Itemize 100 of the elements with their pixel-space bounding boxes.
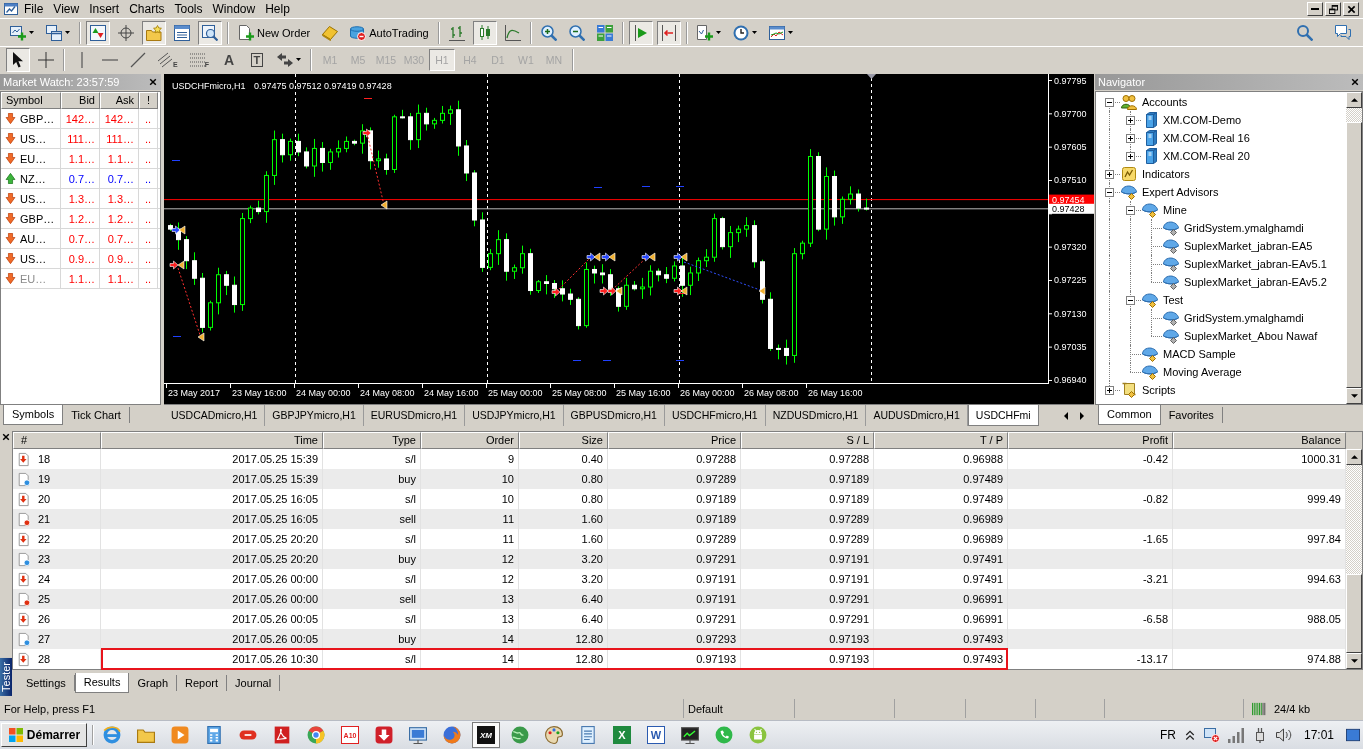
plus-box-icon[interactable] (1126, 152, 1135, 161)
menu-item[interactable]: View (48, 0, 85, 18)
chart-tab[interactable]: USDJPYmicro,H1 (465, 405, 564, 426)
tree-item[interactable]: Expert Advisors (1142, 186, 1219, 198)
column-header[interactable]: Bid (61, 92, 100, 109)
navigator-button[interactable] (142, 20, 166, 45)
chart-tab[interactable]: GBPJPYmicro,H1 (265, 405, 364, 426)
chart-tab[interactable]: EURUSDmicro,H1 (363, 405, 466, 426)
auto-scroll-button[interactable] (628, 20, 653, 45)
tree-item[interactable]: GridSystem.ymalghamdi (1184, 222, 1304, 234)
column-header[interactable]: Type (323, 432, 421, 449)
text-label-tool[interactable]: T (244, 47, 269, 72)
tree-item[interactable]: Scripts (1142, 384, 1176, 396)
taskbar-button[interactable]: XM (472, 722, 500, 748)
chart-tab[interactable]: GBPUSDmicro,H1 (563, 405, 665, 426)
tree-item[interactable]: XM.COM-Demo (1163, 114, 1242, 126)
language-indicator[interactable]: FR (1159, 728, 1176, 742)
autotrading-button[interactable]: AutoTrading (346, 20, 433, 45)
tree-item[interactable]: GridSystem.ymalghamdi (1184, 312, 1304, 324)
panel-tab[interactable]: Graph (129, 675, 177, 691)
column-header[interactable]: S / L (741, 432, 874, 449)
scroll-down-button[interactable] (1346, 388, 1362, 404)
tree-item[interactable]: XM.COM-Real 20 (1163, 150, 1250, 162)
menu-item[interactable]: Help (260, 0, 295, 18)
plus-box-icon[interactable] (1105, 170, 1114, 179)
panel-tab[interactable]: Journal (227, 675, 281, 691)
scrollbar-thumb[interactable] (1346, 574, 1362, 653)
text-tool[interactable]: A (216, 47, 241, 72)
plus-box-icon[interactable] (1126, 134, 1135, 143)
symbol-name[interactable]: GBP… (20, 212, 55, 225)
column-header[interactable]: Time (101, 432, 323, 449)
column-header[interactable]: Order (421, 432, 519, 449)
plus-box-icon[interactable] (1105, 386, 1114, 395)
column-header[interactable]: ! (139, 92, 158, 109)
panel-tab[interactable]: Symbols (3, 405, 64, 425)
close-button[interactable] (1343, 2, 1359, 16)
minus-box-icon[interactable] (1126, 206, 1135, 215)
chart-tab[interactable]: NZDUSDmicro,H1 (765, 405, 867, 426)
panel-tab[interactable]: Settings (18, 675, 75, 691)
symbol-name[interactable]: US… (20, 192, 47, 205)
tree-item[interactable]: SuplexMarket_jabran-EAv5.1 (1184, 258, 1327, 270)
cursor-tool[interactable] (6, 47, 30, 72)
minus-box-icon[interactable] (1126, 296, 1135, 305)
clock[interactable]: 17:01 (1303, 728, 1334, 742)
taskbar-button[interactable]: X (608, 722, 636, 748)
column-header[interactable]: Size (519, 432, 608, 449)
tree-item[interactable]: SuplexMarket_Abou Nawaf (1184, 330, 1318, 342)
chart-tab[interactable]: AUDUSDmicro,H1 (866, 405, 968, 426)
tree-item[interactable]: SuplexMarket_jabran-EA5 (1184, 240, 1313, 252)
close-button[interactable] (0, 431, 12, 442)
panel-tab[interactable]: Results (74, 673, 130, 693)
tree-item[interactable]: XM.COM-Real 16 (1163, 132, 1250, 144)
symbol-name[interactable]: US… (20, 132, 47, 145)
symbol-name[interactable]: EU… (20, 152, 47, 165)
menu-item[interactable]: Tools (169, 0, 208, 18)
candle-chart-button[interactable] (472, 20, 497, 45)
tree-item[interactable]: Test (1163, 294, 1184, 306)
tree-item[interactable]: MACD Sample (1163, 348, 1236, 360)
tree-item[interactable]: Moving Average (1163, 366, 1242, 378)
panel-tab[interactable]: Favorites (1160, 407, 1223, 423)
scroll-up-button[interactable] (1346, 92, 1362, 108)
column-header[interactable]: T / P (874, 432, 1008, 449)
tester-button[interactable] (198, 20, 222, 45)
tree-item[interactable]: SuplexMarket_jabran-EAv5.2 (1184, 276, 1327, 288)
chart-tab[interactable]: USDCHFmi (967, 405, 1039, 426)
restore-icon (1328, 4, 1338, 14)
menu-item[interactable]: Insert (84, 0, 125, 18)
chart-shift-button[interactable] (656, 20, 681, 45)
column-header[interactable]: Ask (100, 92, 139, 109)
minimize-button[interactable] (1307, 2, 1323, 16)
scroll-down-button[interactable] (1346, 653, 1362, 669)
chart-tab[interactable]: USDCHFmicro,H1 (664, 405, 766, 426)
minus-box-icon[interactable] (1105, 188, 1114, 197)
panel-tab[interactable]: Report (177, 675, 228, 691)
minus-box-icon[interactable] (1105, 98, 1114, 107)
menu-item[interactable]: Window (207, 0, 261, 18)
column-header[interactable]: Symbol (1, 92, 61, 109)
symbol-name[interactable]: AU… (20, 232, 47, 245)
column-header[interactable]: Profit (1008, 432, 1173, 449)
panel-tab[interactable]: Tick Chart (63, 407, 130, 423)
column-header[interactable]: Price (608, 432, 741, 449)
column-header[interactable]: Balance (1173, 432, 1346, 449)
menu-item[interactable]: File (19, 0, 49, 18)
scroll-up-button[interactable] (1346, 449, 1362, 465)
taskbar-button[interactable]: W (642, 722, 670, 748)
new-order-button[interactable]: New Order (234, 20, 315, 45)
panel-tab[interactable]: Common (1098, 405, 1161, 425)
chart-tab[interactable]: USDCADmicro,H1 (164, 405, 266, 426)
tree-item[interactable]: Indicators (1142, 168, 1190, 180)
restore-button[interactable] (1325, 2, 1341, 16)
market-watch-button[interactable] (86, 20, 110, 45)
plus-box-icon[interactable] (1126, 116, 1135, 125)
menu-item[interactable]: Charts (124, 0, 170, 18)
start-button[interactable]: Démarrer (1, 723, 87, 747)
symbol-name[interactable]: NZ… (20, 172, 46, 185)
tree-item[interactable]: Accounts (1142, 96, 1188, 108)
symbol-name[interactable]: US… (20, 252, 47, 265)
column-header[interactable]: # (13, 432, 101, 449)
tree-item[interactable]: Mine (1163, 204, 1187, 216)
symbol-name[interactable]: GBP… (20, 112, 55, 125)
